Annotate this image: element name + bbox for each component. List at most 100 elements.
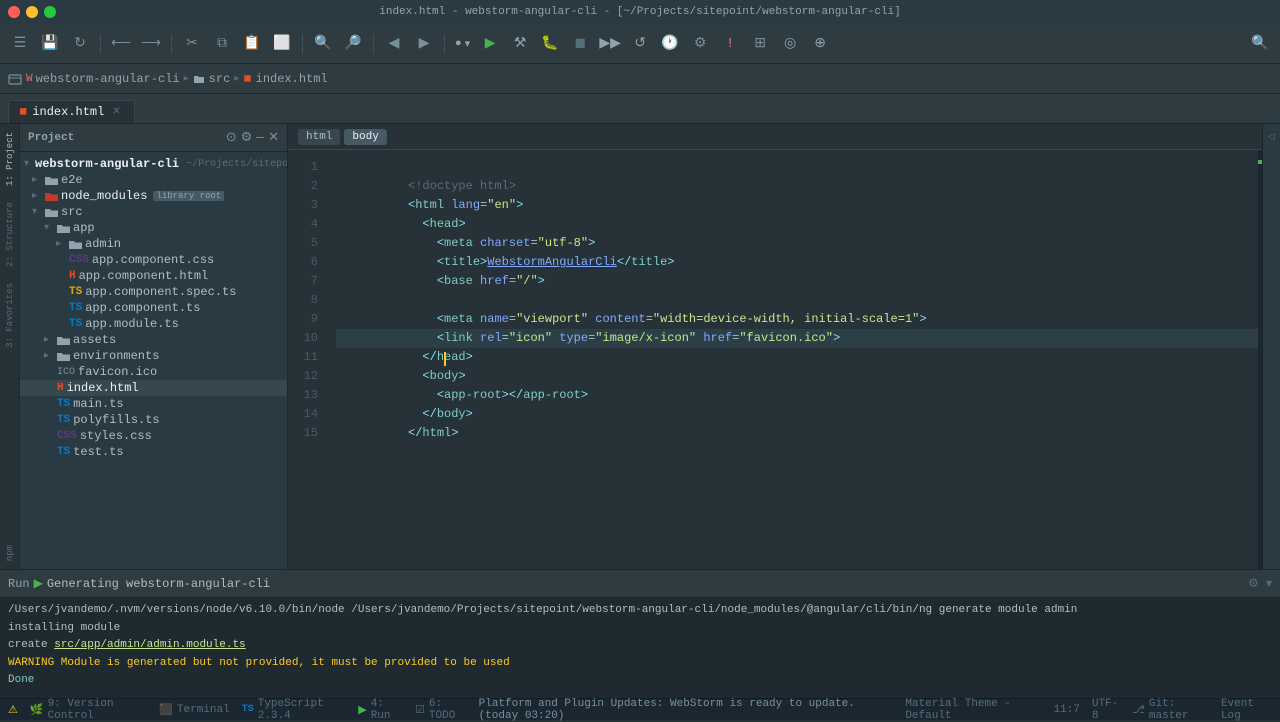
- code-line-8: <meta name="viewport" content="width=dev…: [336, 291, 1262, 310]
- status-typescript[interactable]: TS TypeScript 2.3.4: [242, 698, 347, 722]
- save-button[interactable]: 💾: [36, 30, 64, 58]
- paste-button[interactable]: 📋: [238, 30, 266, 58]
- refresh-button[interactable]: ↻: [66, 30, 94, 58]
- run-config-dropdown[interactable]: ● ▾: [451, 30, 474, 58]
- tree-item-styles-css[interactable]: ▸ CSS styles.css: [20, 428, 287, 444]
- tree-item-module-ts[interactable]: ▸ TS app.module.ts: [20, 316, 287, 332]
- menu-icon[interactable]: ☰: [6, 30, 34, 58]
- tree-item-spec[interactable]: ▸ TS app.component.spec.ts: [20, 284, 287, 300]
- status-git[interactable]: ⎇ Git: master: [1132, 698, 1209, 722]
- nav-webstorm[interactable]: W webstorm-angular-cli: [26, 72, 180, 86]
- code-editor: 1 2 3 4 5 6 7 8 9 10 11 12 13 14 15 <!do…: [288, 150, 1262, 569]
- reload-button[interactable]: ↺: [626, 30, 654, 58]
- undo-button[interactable]: ⟵: [107, 30, 135, 58]
- back-button[interactable]: ◀: [380, 30, 408, 58]
- window-title: index.html - webstorm-angular-cli - [~/P…: [379, 6, 901, 18]
- stop-button[interactable]: ◼: [566, 30, 594, 58]
- tools-button[interactable]: !: [716, 30, 744, 58]
- status-update-message: Platform and Plugin Updates: WebStorm is…: [479, 698, 882, 722]
- tree-item-e2e[interactable]: ▸ e2e: [20, 172, 287, 188]
- code-content[interactable]: <!doctype html> <html lang="en"> <head> …: [328, 150, 1262, 569]
- gutter-indicator: [1258, 150, 1262, 569]
- ico-icon: ICO: [57, 367, 75, 378]
- tree-arrow-admin: ▸: [56, 238, 66, 250]
- tree-item-assets[interactable]: ▸ assets: [20, 332, 287, 348]
- status-event-log[interactable]: Event Log: [1221, 698, 1272, 722]
- title-bar: index.html - webstorm-angular-cli - [~/P…: [0, 0, 1280, 24]
- side-icon-1[interactable]: ◁: [1263, 128, 1280, 146]
- tree-label-favicon: favicon.ico: [78, 365, 157, 379]
- cut-button[interactable]: ✂: [178, 30, 206, 58]
- nav-arrow-1: ▸: [184, 73, 189, 85]
- coverage-button[interactable]: ▶▶: [596, 30, 624, 58]
- bottom-panel-settings[interactable]: ⚙ ▾: [1248, 576, 1272, 591]
- status-terminal[interactable]: ⬛ Terminal: [159, 703, 230, 717]
- tree-item-favicon[interactable]: ▸ ICO favicon.ico: [20, 364, 287, 380]
- line-num-8: 8: [288, 291, 328, 310]
- frame-button[interactable]: ⬜: [268, 30, 296, 58]
- tree-locate-icon[interactable]: ⊙: [226, 130, 237, 145]
- close-button[interactable]: [8, 6, 20, 18]
- tab-index-html[interactable]: ◼ index.html ✕: [8, 100, 135, 123]
- tree-label-assets: assets: [73, 333, 116, 347]
- tree-item-src[interactable]: ▾ src: [20, 204, 287, 220]
- find-button[interactable]: 🔍: [309, 30, 337, 58]
- code-line-14: </html>: [336, 405, 1262, 424]
- tree-label-environments: environments: [73, 349, 159, 363]
- ts-icon-module: TS: [69, 318, 82, 330]
- tree-item-root[interactable]: ▾ webstorm-angular-cli ~/Projects/sitepo…: [20, 156, 287, 172]
- ts-icon-main: TS: [57, 398, 70, 410]
- tree-collapse-icon[interactable]: —: [256, 130, 264, 145]
- tree-label-app-css: app.component.css: [92, 253, 214, 267]
- breadcrumb-html[interactable]: html: [298, 129, 340, 145]
- breadcrumb-body[interactable]: body: [344, 129, 386, 145]
- tree-item-admin[interactable]: ▸ admin: [20, 236, 287, 252]
- history-button[interactable]: 🕐: [656, 30, 684, 58]
- ts-icon-app: TS: [69, 302, 82, 314]
- tree-item-polyfills[interactable]: ▸ TS polyfills.ts: [20, 412, 287, 428]
- tree-close-icon[interactable]: ✕: [268, 130, 279, 145]
- settings-button[interactable]: ⚙: [686, 30, 714, 58]
- test-button[interactable]: ◎: [776, 30, 804, 58]
- database-button[interactable]: ⊞: [746, 30, 774, 58]
- copy-button[interactable]: ⧉: [208, 30, 236, 58]
- status-warning-icon: ⚠: [8, 703, 18, 717]
- status-theme[interactable]: Material Theme - Default: [905, 698, 1041, 722]
- search-everywhere-button[interactable]: 🔍: [1246, 30, 1274, 58]
- run-button[interactable]: ▶: [476, 30, 504, 58]
- minimize-button[interactable]: [26, 6, 38, 18]
- debug-button[interactable]: 🐛: [536, 30, 564, 58]
- panel-tab-favorites[interactable]: 3: Favorites: [3, 275, 17, 356]
- status-position[interactable]: 11:7: [1053, 704, 1079, 716]
- find-in-path-button[interactable]: 🔎: [339, 30, 367, 58]
- tree-item-test-ts[interactable]: ▸ TS test.ts: [20, 444, 287, 460]
- status-todo[interactable]: ☑ 6: TODO: [415, 698, 467, 722]
- panel-tab-npm[interactable]: npm: [3, 537, 17, 569]
- status-version-control[interactable]: 🌿 9: Version Control: [30, 698, 147, 722]
- nav-index-html[interactable]: index.html: [256, 72, 328, 86]
- nav-src[interactable]: src: [209, 72, 231, 86]
- tree-item-environments[interactable]: ▸ environments: [20, 348, 287, 364]
- forward-button[interactable]: ▶: [410, 30, 438, 58]
- tree-item-app-css[interactable]: ▸ CSS app.component.css: [20, 252, 287, 268]
- maximize-button[interactable]: [44, 6, 56, 18]
- redo-button[interactable]: ⟶: [137, 30, 165, 58]
- tree-item-app-ts[interactable]: ▸ TS app.component.ts: [20, 300, 287, 316]
- tree-arrow-e2e: ▸: [32, 174, 42, 186]
- build-button[interactable]: ⚒: [506, 30, 534, 58]
- ts-icon-polyfills: TS: [57, 414, 70, 426]
- tree-arrow-app: ▾: [44, 222, 54, 234]
- tree-arrow-node-modules: ▸: [32, 190, 42, 202]
- tab-close-button[interactable]: ✕: [109, 105, 123, 119]
- tree-item-main-ts[interactable]: ▸ TS main.ts: [20, 396, 287, 412]
- status-encoding[interactable]: UTF-8: [1092, 698, 1120, 722]
- tree-item-index-html[interactable]: ▸ H index.html: [20, 380, 287, 396]
- tree-settings-icon[interactable]: ⚙: [241, 130, 253, 145]
- extra-button[interactable]: ⊕: [806, 30, 834, 58]
- status-run[interactable]: ▶ 4: Run: [358, 698, 403, 722]
- panel-tab-project[interactable]: 1: Project: [3, 124, 17, 194]
- panel-tab-structure[interactable]: 2: Structure: [3, 194, 17, 275]
- tree-item-app-html[interactable]: ▸ H app.component.html: [20, 268, 287, 284]
- tree-item-app[interactable]: ▾ app: [20, 220, 287, 236]
- tree-item-node-modules[interactable]: ▸ node_modules library root: [20, 188, 287, 204]
